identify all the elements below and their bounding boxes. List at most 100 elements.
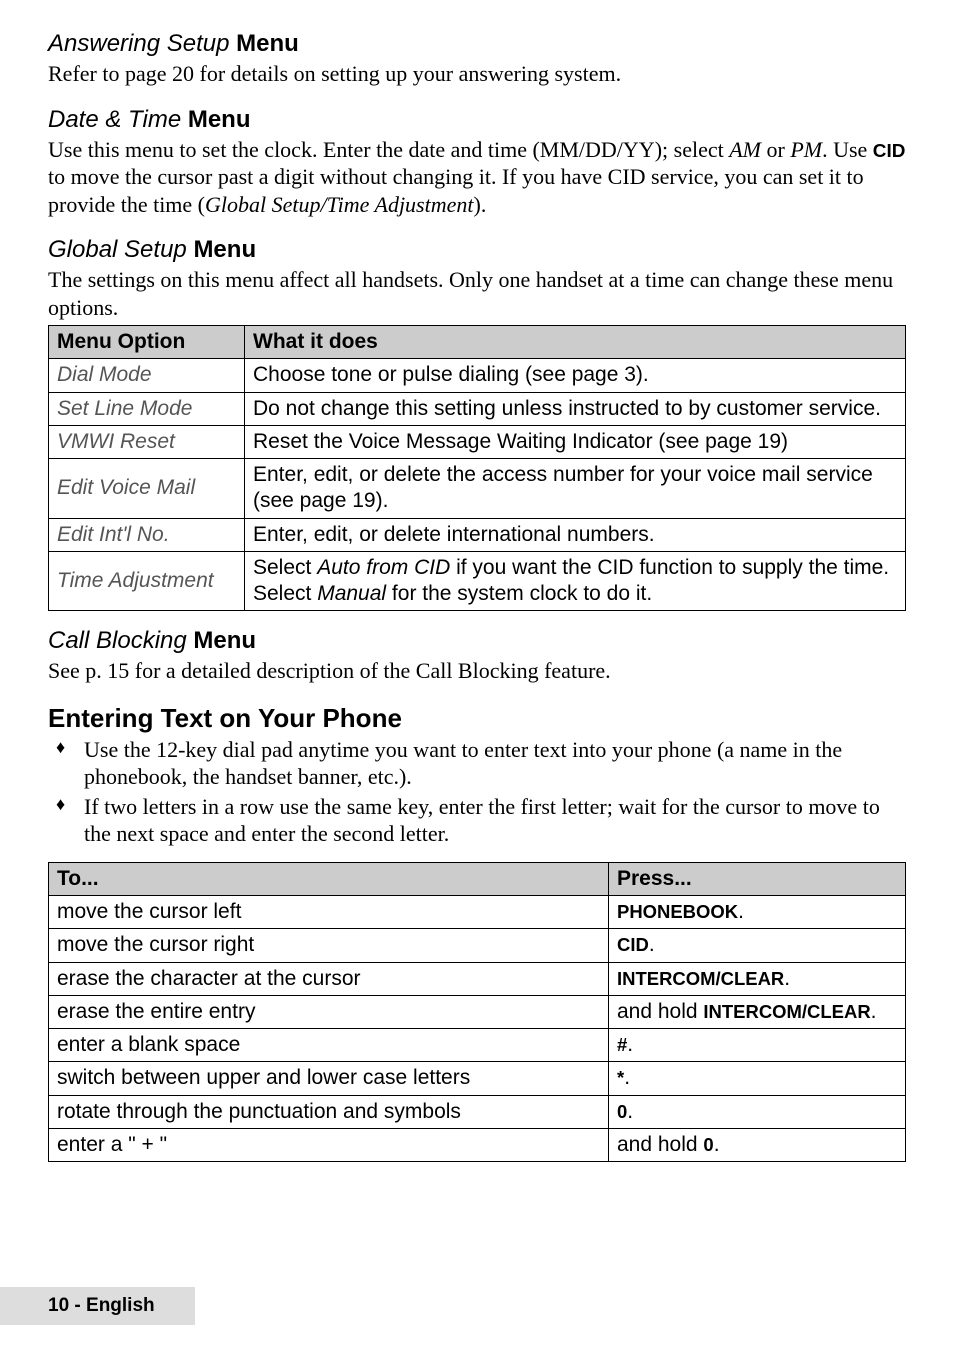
to-cell: erase the character at the cursor	[49, 962, 609, 995]
table-row: move the cursor left PHONEBOOK.	[49, 896, 906, 929]
key-label: CID	[617, 934, 649, 955]
cid-key: CID	[873, 141, 906, 162]
am-text: AM	[729, 137, 761, 162]
to-cell: switch between upper and lower case lett…	[49, 1062, 609, 1095]
text-part: or	[761, 137, 790, 162]
page-footer: 10 - English	[0, 1287, 195, 1325]
global-setup-table: Menu Option What it does Dial Mode Choos…	[48, 325, 906, 611]
entering-text-list: Use the 12-key dial pad anytime you want…	[48, 736, 906, 848]
option-cell: Edit Int'l No.	[49, 518, 245, 551]
text-part: ).	[474, 192, 487, 217]
post-text: .	[624, 1066, 630, 1089]
key-label: 0	[703, 1134, 713, 1155]
entering-text-table: To... Press... move the cursor left PHON…	[48, 862, 906, 1162]
key-label: #	[617, 1034, 627, 1055]
date-time-body: Use this menu to set the clock. Enter th…	[48, 136, 906, 219]
post-text: .	[627, 1100, 633, 1123]
press-cell: INTERCOM/CLEAR.	[609, 962, 906, 995]
text-part: Use this menu to set the clock. Enter th…	[48, 137, 729, 162]
italic-text: Manual	[317, 582, 386, 605]
list-item: If two letters in a row use the same key…	[72, 793, 906, 848]
desc-cell: Enter, edit, or delete the access number…	[245, 459, 906, 519]
option-cell: Edit Voice Mail	[49, 459, 245, 519]
desc-cell: Choose tone or pulse dialing (see page 3…	[245, 359, 906, 392]
date-time-heading: Date & Time Menu	[48, 106, 906, 134]
pre-text: and hold	[617, 1000, 703, 1023]
col-header-press: Press...	[609, 862, 906, 895]
to-cell: erase the entire entry	[49, 995, 609, 1028]
to-cell: enter a " + "	[49, 1128, 609, 1161]
to-cell: move the cursor left	[49, 896, 609, 929]
table-row: Set Line Mode Do not change this setting…	[49, 392, 906, 425]
table-header-row: To... Press...	[49, 862, 906, 895]
table-row: move the cursor right CID.	[49, 929, 906, 962]
key-label: INTERCOM/CLEAR	[617, 968, 784, 989]
key-label: 0	[617, 1101, 627, 1122]
heading-bold: Menu	[193, 627, 256, 654]
table-row: Edit Int'l No. Enter, edit, or delete in…	[49, 518, 906, 551]
press-cell: CID.	[609, 929, 906, 962]
press-cell: and hold 0.	[609, 1128, 906, 1161]
post-text: .	[649, 933, 655, 956]
key-label: PHONEBOOK	[617, 901, 738, 922]
desc-cell: Do not change this setting unless instru…	[245, 392, 906, 425]
col-header-desc: What it does	[245, 326, 906, 359]
desc-cell: Reset the Voice Message Waiting Indicato…	[245, 425, 906, 458]
document-page: Answering Setup Menu Refer to page 20 fo…	[0, 0, 954, 1345]
option-cell: Set Line Mode	[49, 392, 245, 425]
to-cell: move the cursor right	[49, 929, 609, 962]
press-cell: and hold INTERCOM/CLEAR.	[609, 995, 906, 1028]
post-text: .	[738, 900, 744, 923]
press-cell: *.	[609, 1062, 906, 1095]
heading-italic: Call Blocking	[48, 627, 193, 654]
col-header-option: Menu Option	[49, 326, 245, 359]
heading-italic: Date & Time	[48, 106, 188, 133]
entering-text-heading: Entering Text on Your Phone	[48, 703, 906, 734]
post-text: .	[871, 1000, 877, 1023]
heading-bold: Menu	[236, 30, 299, 57]
call-blocking-body: See p. 15 for a detailed description of …	[48, 657, 906, 685]
table-row: erase the character at the cursor INTERC…	[49, 962, 906, 995]
pre-text: and hold	[617, 1133, 703, 1156]
desc-cell: Enter, edit, or delete international num…	[245, 518, 906, 551]
table-row: enter a " + " and hold 0.	[49, 1128, 906, 1161]
table-row: VMWI Reset Reset the Voice Message Waiti…	[49, 425, 906, 458]
option-cell: Dial Mode	[49, 359, 245, 392]
to-cell: rotate through the punctuation and symbo…	[49, 1095, 609, 1128]
text-part: for the system clock to do it.	[386, 582, 652, 605]
press-cell: PHONEBOOK.	[609, 896, 906, 929]
table-row: Time Adjustment Select Auto from CID if …	[49, 551, 906, 611]
global-setup-body: The settings on this menu affect all han…	[48, 266, 906, 321]
table-row: switch between upper and lower case lett…	[49, 1062, 906, 1095]
list-item: Use the 12-key dial pad anytime you want…	[72, 736, 906, 791]
call-blocking-heading: Call Blocking Menu	[48, 627, 906, 655]
table-row: erase the entire entry and hold INTERCOM…	[49, 995, 906, 1028]
text-part: . Use	[822, 137, 873, 162]
pm-text: PM	[790, 137, 822, 162]
desc-cell: Select Auto from CID if you want the CID…	[245, 551, 906, 611]
press-cell: 0.	[609, 1095, 906, 1128]
table-row: Dial Mode Choose tone or pulse dialing (…	[49, 359, 906, 392]
answering-setup-body: Refer to page 20 for details on setting …	[48, 60, 906, 88]
italic-text: Auto from CID	[317, 556, 450, 579]
press-cell: #.	[609, 1029, 906, 1062]
global-setup-heading: Global Setup Menu	[48, 236, 906, 264]
heading-bold: Menu	[193, 236, 256, 263]
gst-text: Global Setup/Time Adjustment	[205, 192, 473, 217]
option-cell: VMWI Reset	[49, 425, 245, 458]
to-cell: enter a blank space	[49, 1029, 609, 1062]
heading-bold: Menu	[188, 106, 251, 133]
post-text: .	[784, 967, 790, 990]
table-row: Edit Voice Mail Enter, edit, or delete t…	[49, 459, 906, 519]
answering-setup-heading: Answering Setup Menu	[48, 30, 906, 58]
post-text: .	[714, 1133, 720, 1156]
key-label: INTERCOM/CLEAR	[703, 1001, 870, 1022]
table-header-row: Menu Option What it does	[49, 326, 906, 359]
heading-italic: Answering Setup	[48, 30, 236, 57]
post-text: .	[627, 1033, 633, 1056]
heading-italic: Global Setup	[48, 236, 193, 263]
table-row: rotate through the punctuation and symbo…	[49, 1095, 906, 1128]
text-part: Select	[253, 556, 317, 579]
table-row: enter a blank space #.	[49, 1029, 906, 1062]
col-header-to: To...	[49, 862, 609, 895]
